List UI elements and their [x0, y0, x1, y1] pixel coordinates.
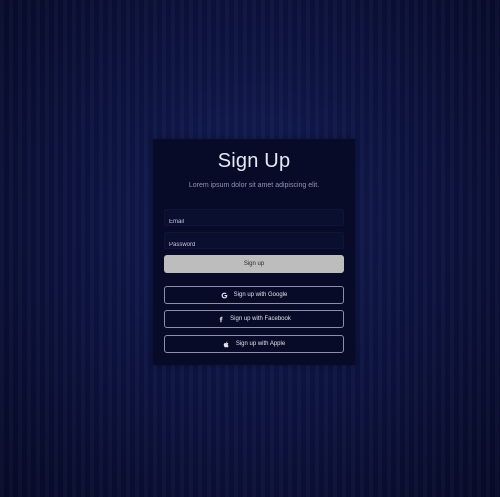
apple-icon [223, 340, 231, 348]
email-field[interactable] [165, 214, 343, 230]
page-title: Sign Up [217, 150, 291, 172]
facebook-signup-label: Sign up with Facebook [230, 316, 291, 322]
subtitle: Lorem ipsum dolor sit amet adipiscing el… [188, 182, 320, 189]
google-icon [221, 291, 229, 299]
email-field-wrapper [164, 209, 344, 230]
signup-button[interactable]: Sign up [164, 255, 344, 273]
google-signup-button[interactable]: Sign up with Google [164, 286, 344, 304]
password-field[interactable] [165, 237, 343, 253]
apple-signup-button[interactable]: Sign up with Apple [164, 335, 344, 353]
facebook-icon [217, 315, 225, 323]
apple-signup-label: Sign up with Apple [235, 341, 286, 347]
facebook-signup-button[interactable]: Sign up with Facebook [164, 310, 344, 328]
google-signup-label: Sign up with Google [233, 292, 288, 298]
password-field-wrapper [164, 232, 344, 253]
signup-card: Sign Up Lorem ipsum dolor sit amet adipi… [153, 139, 355, 365]
